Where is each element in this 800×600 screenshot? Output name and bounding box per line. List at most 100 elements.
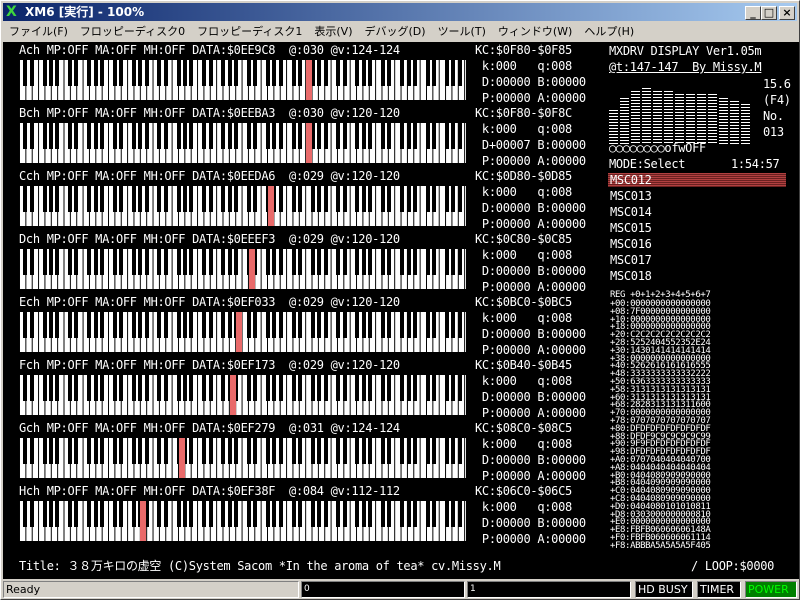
black-key — [100, 312, 104, 338]
black-key — [202, 123, 207, 149]
minimize-button[interactable]: _ — [745, 6, 761, 20]
black-key — [87, 60, 92, 86]
close-button[interactable]: × — [779, 6, 795, 20]
black-key — [131, 312, 136, 338]
channel-header: Bch MP:OFF MA:OFF MH:OFF DATA:$0EEBA3 @:… — [19, 106, 400, 120]
channel-pa: P:00000 A:00000 — [475, 469, 586, 483]
black-key — [355, 312, 360, 338]
black-key — [119, 501, 124, 527]
file-list-item[interactable]: MSC016 — [610, 238, 652, 251]
black-key — [457, 186, 462, 212]
black-key — [68, 249, 73, 275]
black-key — [400, 186, 405, 212]
black-key — [368, 501, 373, 527]
black-key — [144, 312, 149, 338]
app-icon[interactable]: X — [6, 5, 20, 19]
black-key — [317, 123, 322, 149]
file-list-item[interactable]: MSC014 — [610, 206, 652, 219]
black-key — [272, 501, 277, 527]
file-list-item[interactable]: MSC013 — [610, 190, 652, 203]
black-key — [202, 312, 207, 338]
black-key — [119, 60, 124, 86]
black-key — [189, 123, 194, 149]
black-key — [425, 501, 430, 527]
black-key — [157, 375, 162, 401]
black-key — [93, 375, 98, 401]
black-key — [131, 501, 136, 527]
function-key: (F4) — [763, 93, 791, 107]
menu-debug[interactable]: デバッグ(D) — [359, 22, 432, 41]
fdd0-indicator: 0 — [301, 581, 465, 598]
power-indicator: POWER — [745, 581, 797, 598]
black-key — [272, 438, 277, 464]
channel-db: D:00000 B:00000 — [475, 327, 586, 341]
menu-window[interactable]: ウィンドウ(W) — [492, 22, 578, 41]
emulator-screen[interactable]: Ach MP:OFF MA:OFF MH:OFF DATA:$0EE9C8 @:… — [3, 42, 799, 579]
black-key — [227, 501, 232, 527]
black-key — [183, 186, 188, 212]
black-key — [246, 501, 251, 527]
black-key — [432, 249, 437, 275]
file-list-item[interactable]: MSC018 — [610, 270, 652, 283]
menu-floppy-1[interactable]: フロッピーディスク1 — [191, 22, 308, 41]
black-key — [432, 438, 437, 464]
black-key — [457, 60, 462, 86]
black-key — [380, 186, 385, 212]
file-list-item[interactable]: MSC015 — [610, 222, 652, 235]
black-key — [272, 375, 277, 401]
channel-pa: P:00000 A:00000 — [475, 280, 586, 294]
black-key — [100, 123, 104, 149]
black-key — [157, 186, 162, 212]
white-keys — [19, 249, 466, 289]
black-key — [112, 186, 117, 212]
black-key — [425, 438, 430, 464]
black-key — [361, 186, 366, 212]
menu-view[interactable]: 表示(V) — [308, 22, 358, 41]
menu-file[interactable]: ファイル(F) — [3, 22, 74, 41]
white-keys — [19, 123, 466, 163]
black-key — [93, 123, 98, 149]
black-key — [87, 186, 92, 212]
black-key — [266, 438, 271, 464]
black-key — [406, 249, 411, 275]
black-key — [425, 312, 430, 338]
menu-bar: ファイル(F) フロッピーディスク0 フロッピーディスク1 表示(V) デバッグ(D) ツ… — [3, 22, 797, 41]
play-time: 1:54:57 — [731, 157, 780, 171]
black-key — [336, 60, 341, 86]
black-key — [291, 186, 296, 212]
black-key — [253, 60, 258, 86]
menu-floppy-0[interactable]: フロッピーディスク0 — [74, 22, 191, 41]
black-key — [291, 123, 296, 149]
menu-tools[interactable]: ツール(T) — [432, 22, 492, 41]
menu-help[interactable]: ヘルプ(H) — [578, 22, 640, 41]
black-key — [451, 186, 456, 212]
black-key — [183, 501, 188, 527]
black-key — [100, 186, 104, 212]
file-list-item[interactable]: MSC012 — [610, 174, 652, 187]
black-key — [55, 312, 60, 338]
black-key — [317, 375, 322, 401]
black-key — [87, 123, 92, 149]
title-bar[interactable]: X XM6 [実行] - 100% _ □ × — [3, 3, 797, 21]
black-key — [112, 123, 117, 149]
black-key — [336, 249, 341, 275]
black-key — [93, 60, 98, 86]
black-key — [297, 501, 302, 527]
black-key — [380, 312, 385, 338]
black-key — [361, 375, 366, 401]
file-list-item[interactable]: MSC017 — [610, 254, 652, 267]
black-key — [406, 60, 411, 86]
active-key — [306, 123, 313, 163]
black-key — [42, 123, 47, 149]
black-key — [310, 249, 315, 275]
black-key — [336, 312, 341, 338]
channel-db: D:00000 B:00000 — [475, 75, 586, 89]
channel-header: Ech MP:OFF MA:OFF MH:OFF DATA:$0EF033 @:… — [19, 295, 400, 309]
maximize-button[interactable]: □ — [761, 6, 777, 20]
black-key — [234, 186, 239, 212]
black-key — [23, 501, 28, 527]
black-key — [29, 375, 34, 401]
channel-db: D+00007 B:00000 — [475, 138, 586, 152]
meter-bar — [719, 97, 728, 144]
black-key — [221, 375, 226, 401]
